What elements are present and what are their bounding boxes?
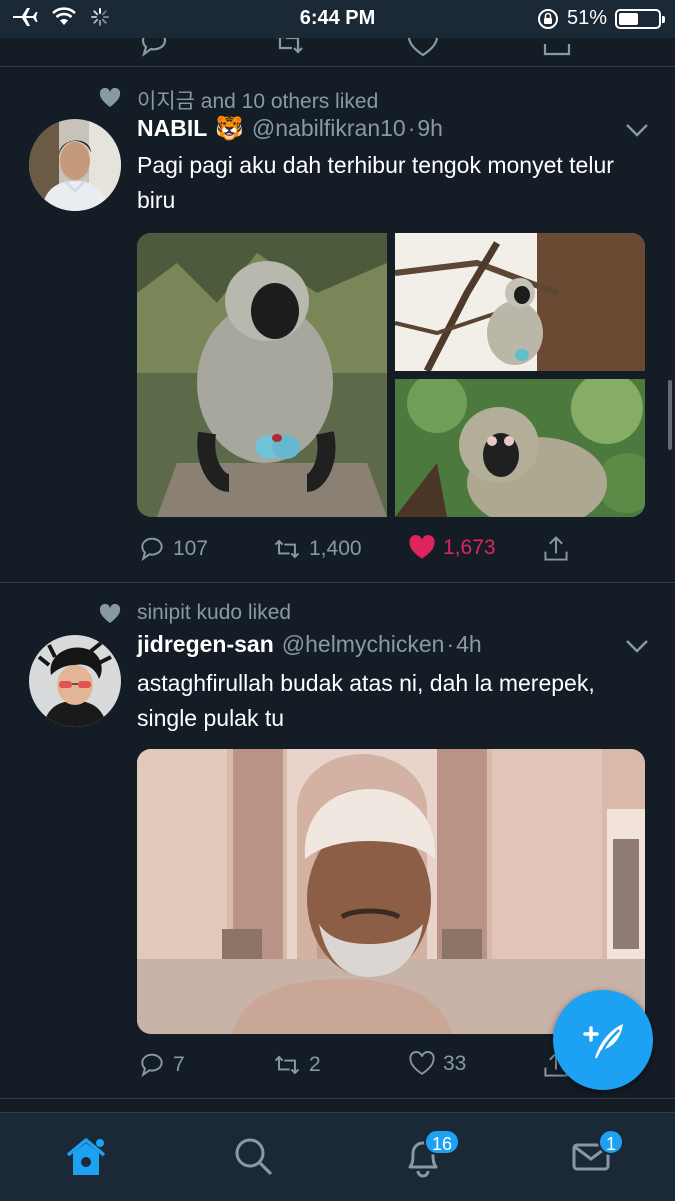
display-name[interactable]: jidregen-san [137,631,274,658]
retweet-icon [274,1055,300,1075]
social-context: 이지금 and 10 others liked [99,85,378,115]
timestamp: 9h [417,115,443,141]
reply-count: 107 [173,537,209,560]
battery-icon [615,8,665,29]
retweet-icon [274,539,300,559]
reply-button[interactable]: 107 [137,534,208,564]
tweet[interactable]: 이지금 and 10 others liked NABIL 🐯 @nabilfi… [0,67,675,583]
tab-messages[interactable]: 1 [570,1129,625,1182]
like-icon[interactable] [406,38,440,60]
avatar[interactable] [29,635,121,727]
scroll-indicator[interactable] [668,380,672,450]
reply-icon [141,1053,163,1078]
like-count: 1,673 [443,536,496,559]
reply-button[interactable]: 7 [137,1050,185,1080]
notifications-badge: 16 [424,1129,461,1155]
retweet-button[interactable]: 1,400 [271,534,362,564]
tweet-header: jidregen-san @helmychicken · 4h [137,631,482,658]
previous-tweet-actions [0,38,675,67]
handle[interactable]: @nabilfikran10 [252,115,406,142]
tweet-media-image[interactable] [137,749,645,1034]
social-context: sinipit kudo liked [99,601,291,625]
share-icon[interactable] [540,38,574,60]
search-icon [235,1138,272,1175]
timestamp: 4h [456,631,482,657]
liked-heart-icon [99,604,121,623]
reply-icon[interactable] [137,38,171,60]
battery-percent: 51% [566,7,607,29]
compose-tweet-button[interactable] [553,990,653,1090]
rotation-lock-icon [537,8,558,29]
like-count: 33 [443,1052,467,1075]
home-icon [66,1138,106,1175]
monkey-photo-2[interactable] [394,233,645,373]
heart-filled-icon [409,535,435,559]
tweet-actions: 7 2 33 [137,1050,597,1080]
chevron-down-icon[interactable] [625,639,649,653]
share-icon [544,536,568,561]
messages-badge: 1 [598,1129,625,1155]
retweet-count: 1,400 [309,537,362,560]
status-bar: 6:44 PM 51% [0,0,675,38]
handle[interactable]: @helmychicken [282,631,445,658]
monkey-photo-1[interactable] [137,233,387,517]
display-name[interactable]: NABIL [137,115,207,142]
tweet-text: Pagi pagi aku dah terhibur tengok monyet… [137,152,614,213]
monkey-photo-3[interactable] [395,372,645,517]
chevron-down-icon[interactable] [625,123,649,137]
reply-icon [141,537,163,562]
tab-search[interactable] [232,1135,274,1182]
tiger-emoji: 🐯 [215,115,244,141]
retweet-icon[interactable] [272,38,306,60]
tab-home[interactable] [64,1135,108,1184]
liked-heart-icon [99,88,121,107]
share-button[interactable] [541,534,571,564]
retweet-button[interactable]: 2 [271,1050,321,1080]
like-icon [409,1051,435,1075]
avatar[interactable] [29,119,121,211]
tweet-actions: 107 1,400 1,673 [137,534,597,564]
bottom-tab-bar: 16 1 [0,1112,675,1201]
tweet-header: NABIL 🐯 @nabilfikran10 · 9h [137,115,443,142]
compose-feather-icon [583,1024,623,1058]
tweet-text: astaghfirullah budak atas ni, dah la mer… [137,670,595,731]
tab-notifications[interactable]: 16 [402,1129,461,1184]
like-button[interactable]: 1,673 [407,534,496,562]
retweet-count: 2 [309,1053,321,1076]
like-button[interactable]: 33 [407,1050,466,1078]
tweet-media-grid[interactable] [137,233,645,517]
reply-count: 7 [173,1053,185,1076]
